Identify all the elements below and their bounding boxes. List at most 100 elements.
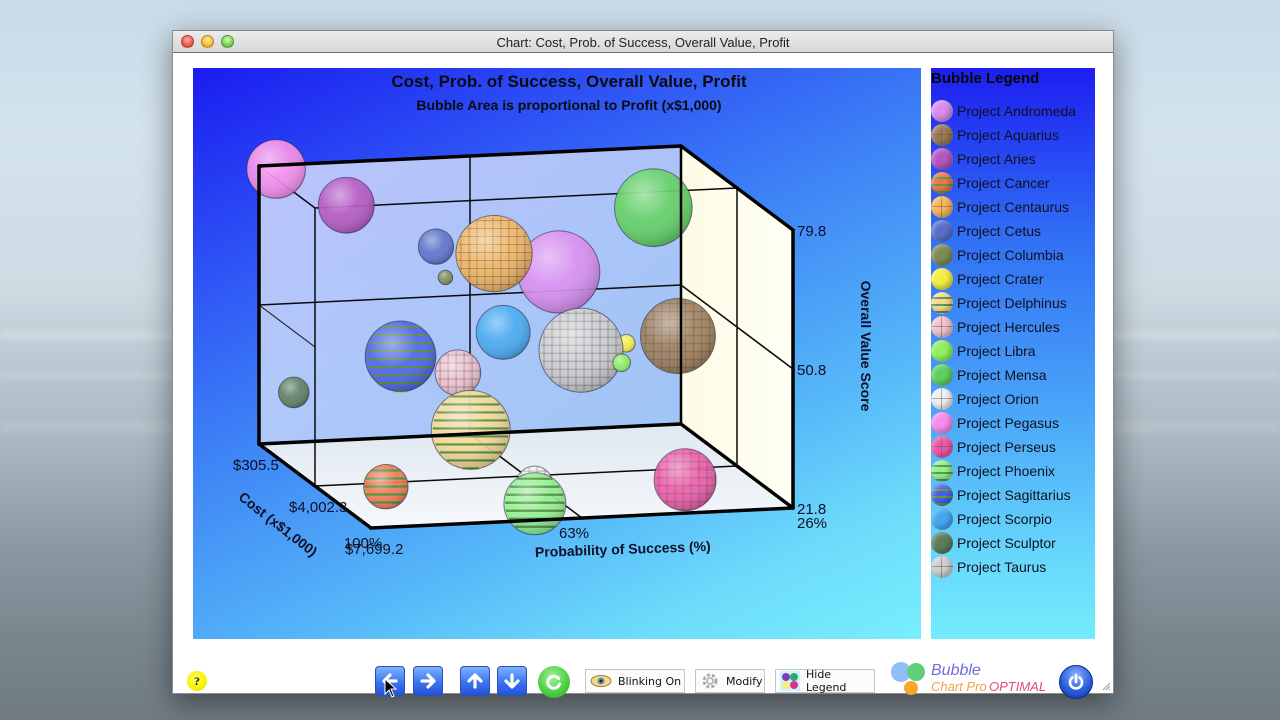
bubble-project-scorpio[interactable] [475,304,531,360]
bubble-project-centaurus[interactable] [455,214,533,293]
legend-label: Project Taurus [957,559,1047,575]
modify-button[interactable]: Modify [695,669,765,693]
logo-text-optimal: OPTIMAL [989,679,1047,694]
legend-swatch-icon [931,268,953,290]
legend-label: Project Aquarius [957,127,1059,143]
legend-item[interactable]: Project Delphinus [931,291,1076,315]
legend-label: Project Columbia [957,247,1064,263]
chart-window: Chart: Cost, Prob. of Success, Overall V… [172,30,1114,699]
rotate-down-button[interactable] [497,666,527,696]
legend-label: Project Cancer [957,175,1050,191]
legend-item[interactable]: Project Scorpio [931,507,1076,531]
legend-item[interactable]: Project Phoenix [931,459,1076,483]
z-tick-label: $7,699.2 [345,541,403,558]
arrow-up-icon [467,673,483,689]
hide-legend-button[interactable]: Hide Legend [775,668,875,694]
legend-label: Project Phoenix [957,463,1056,479]
legend-item[interactable]: Project Aries [931,147,1076,171]
legend-swatch-icon [931,460,953,482]
x-tick-label: 26% [797,515,827,532]
legend-label: Project Cetus [957,223,1042,239]
legend-label: Project Scorpio [957,511,1052,527]
chart-title: Cost, Prob. of Success, Overall Value, P… [391,72,747,91]
bubble-shading [278,377,310,408]
legend-swatch-icon [931,100,953,122]
legend-swatch-icon [931,484,953,506]
quit-button[interactable] [1059,665,1093,699]
legend-swatch-icon [931,316,953,338]
title-bar: Chart: Cost, Prob. of Success, Overall V… [173,31,1113,53]
legend-swatch-icon [931,388,953,410]
blinking-label: Blinking On [618,674,682,688]
bubble-shading [654,448,717,511]
legend-item[interactable]: Project Cancer [931,171,1076,195]
bubble-shading [476,305,531,360]
arrow-down-icon [504,673,520,689]
legend-label: Project Delphinus [957,295,1067,311]
legend-item[interactable]: Project Crater [931,267,1076,291]
bubble-project-columbia[interactable] [437,269,454,286]
bubble-project-perseus[interactable] [653,448,717,512]
bubble-project-libra[interactable] [612,353,631,373]
bubble-project-cancer[interactable] [363,464,409,510]
legend-label: Project Sculptor [957,535,1056,551]
legend-item[interactable]: Project Mensa [931,363,1076,387]
bubble-chart-3d: 21.850.879.8100%63%26%$305.5$4,002.3$7,6… [233,139,874,560]
legend-item[interactable]: Project Perseus [931,435,1076,459]
legend-label: Project Pegasus [957,415,1059,431]
legend-swatch-icon [931,508,953,530]
bubble-shading [431,390,511,470]
legend-swatch-icon [931,292,953,314]
bubble-chart-pro-logo: Bubble Chart Pro OPTIMAL [889,661,1049,697]
bubble-project-phoenix[interactable] [503,472,567,536]
legend-label: Project Crater [957,271,1044,287]
legend-item[interactable]: Project Pegasus [931,411,1076,435]
legend-label: Project Perseus [957,439,1056,455]
legend-label: Project Aries [957,151,1036,167]
bubble-project-taurus[interactable] [538,307,624,393]
rotate-right-button[interactable] [413,666,443,696]
legend-item[interactable]: Project Orion [931,387,1076,411]
legend-item[interactable]: Project Sculptor [931,531,1076,555]
legend-swatch-icon [931,556,953,578]
bubble-project-sagittarius[interactable] [364,320,437,393]
legend-label: Project Andromeda [957,103,1077,119]
legend-item[interactable]: Project Aquarius [931,123,1076,147]
legend-item[interactable]: Project Cetus [931,219,1076,243]
gear-icon [702,673,718,689]
rotate-up-button[interactable] [460,666,490,696]
legend-swatch-icon [931,148,953,170]
bubble-shading [438,270,453,285]
blinking-toggle-button[interactable]: Blinking On [585,669,685,693]
legend-item[interactable]: Project Centaurus [931,195,1076,219]
bubble-project-sculptor[interactable] [277,376,310,409]
x-tick-label: 63% [559,525,589,542]
bubble-shading [363,464,409,509]
help-button[interactable]: ? [187,671,207,691]
legend-swatch-icon [931,436,953,458]
legend-item[interactable]: Project Andromeda [931,99,1076,123]
bubble-project-cetus[interactable] [417,228,455,265]
reset-view-button[interactable] [538,666,570,698]
legend-swatch-icon [931,172,953,194]
legend-item[interactable]: Project Sagittarius [931,483,1076,507]
bubble-project-aquarius[interactable] [640,298,716,375]
resize-grip[interactable] [1101,681,1111,691]
power-icon [1068,673,1084,690]
modify-label: Modify [726,674,763,688]
legend-item[interactable]: Project Libra [931,339,1076,363]
bubble-project-hercules[interactable] [434,349,482,397]
legend-item[interactable]: Project Columbia [931,243,1076,267]
legend-item[interactable]: Project Hercules [931,315,1076,339]
y-tick-label: 79.8 [797,223,826,240]
y-axis-label: Overall Value Score [858,281,874,412]
bubble-project-aries[interactable] [317,176,375,234]
legend-swatch-icon [931,124,953,146]
legend-item[interactable]: Project Taurus [931,555,1076,579]
bubble-shading [435,350,481,396]
chart-panel: 21.8 50.8 79.8 100% 63% 26% $305.5 $4,002.3 $7,6… [193,68,921,639]
legend-label: Project Centaurus [957,199,1070,215]
bubble-project-pegasus[interactable] [246,139,306,199]
legend-label: Project Orion [957,391,1039,407]
bubble-project-delphinus[interactable] [430,389,511,470]
